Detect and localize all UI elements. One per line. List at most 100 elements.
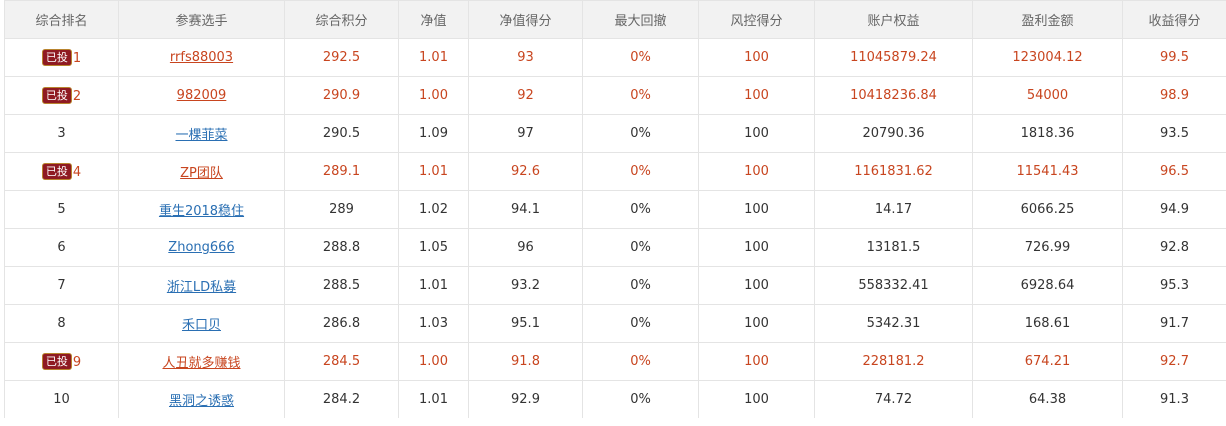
cell-rank: 6 xyxy=(4,228,119,267)
cell-score: 290.9 xyxy=(284,76,399,115)
col-header-nav-score: 净值得分 xyxy=(468,0,583,39)
invested-badge: 已投 xyxy=(41,353,72,370)
cell-player: 982009 xyxy=(118,76,285,115)
player-name-link[interactable]: 禾口贝 xyxy=(182,318,221,333)
cell-equity: 14.17 xyxy=(814,190,973,229)
table-row: 已投 9 人丑就多赚钱 284.5 1.00 91.8 0% 100 228181.2 674.2… xyxy=(4,342,1226,381)
cell-risk-score: 100 xyxy=(698,76,815,115)
player-name-link[interactable]: Zhong666 xyxy=(168,240,234,255)
cell-rank: 已投 2 xyxy=(4,76,119,115)
col-header-player: 参赛选手 xyxy=(118,0,285,39)
invested-badge: 已投 xyxy=(41,87,72,104)
cell-equity: 228181.2 xyxy=(814,342,973,381)
invested-badge: 已投 xyxy=(41,49,72,66)
cell-profit: 123004.12 xyxy=(972,38,1123,77)
col-header-risk-score: 风控得分 xyxy=(698,0,815,39)
cell-rank: 已投 1 xyxy=(4,38,119,77)
player-name-link[interactable]: rrfs88003 xyxy=(170,50,233,65)
cell-profit: 168.61 xyxy=(972,304,1123,343)
cell-nav: 1.01 xyxy=(398,266,469,305)
player-name-link[interactable]: 浙江LD私募 xyxy=(167,280,236,295)
cell-nav: 1.01 xyxy=(398,380,469,418)
cell-player: 黑洞之诱惑 xyxy=(118,380,285,418)
cell-risk-score: 100 xyxy=(698,228,815,267)
cell-nav-score: 93 xyxy=(468,38,583,77)
cell-equity: 11045879.24 xyxy=(814,38,973,77)
cell-rank: 5 xyxy=(4,190,119,229)
cell-nav: 1.05 xyxy=(398,228,469,267)
cell-max-drawdown: 0% xyxy=(582,114,699,153)
invested-badge: 已投 xyxy=(41,163,72,180)
cell-rank: 10 xyxy=(4,380,119,418)
player-name-link[interactable]: 人丑就多赚钱 xyxy=(162,356,240,371)
cell-player: 重生2018稳住 xyxy=(118,190,285,229)
cell-profit: 64.38 xyxy=(972,380,1123,418)
cell-profit: 674.21 xyxy=(972,342,1123,381)
cell-return-score: 91.3 xyxy=(1122,380,1226,418)
cell-equity: 20790.36 xyxy=(814,114,973,153)
cell-score: 284.2 xyxy=(284,380,399,418)
cell-player: rrfs88003 xyxy=(118,38,285,77)
col-header-nav: 净值 xyxy=(398,0,469,39)
cell-return-score: 91.7 xyxy=(1122,304,1226,343)
table-row: 已投 1 rrfs88003 292.5 1.01 93 0% 100 11045879.24 1… xyxy=(4,38,1226,77)
cell-nav-score: 93.2 xyxy=(468,266,583,305)
rank-value: 1 xyxy=(72,51,82,66)
cell-equity: 5342.31 xyxy=(814,304,973,343)
cell-score: 289 xyxy=(284,190,399,229)
table-row: 已投 4 ZP团队 289.1 1.01 92.6 0% 100 1161831.62 11541… xyxy=(4,152,1226,191)
cell-rank: 8 xyxy=(4,304,119,343)
cell-nav: 1.00 xyxy=(398,342,469,381)
table-row: 7 浙江LD私募 288.5 1.01 93.2 0% 100 558332.41 6928.6… xyxy=(4,266,1226,305)
table-row: 10 黑洞之诱惑 284.2 1.01 92.9 0% 100 74.72 64.38 91.3 xyxy=(4,380,1226,418)
cell-max-drawdown: 0% xyxy=(582,152,699,191)
cell-score: 284.5 xyxy=(284,342,399,381)
cell-risk-score: 100 xyxy=(698,152,815,191)
rank-value: 5 xyxy=(57,202,66,217)
cell-risk-score: 100 xyxy=(698,266,815,305)
cell-return-score: 99.5 xyxy=(1122,38,1226,77)
col-header-max-drawdown: 最大回撤 xyxy=(582,0,699,39)
cell-nav-score: 92.6 xyxy=(468,152,583,191)
cell-score: 288.5 xyxy=(284,266,399,305)
cell-nav: 1.03 xyxy=(398,304,469,343)
cell-max-drawdown: 0% xyxy=(582,38,699,77)
rank-value: 9 xyxy=(72,355,82,370)
col-header-equity: 账户权益 xyxy=(814,0,973,39)
player-name-link[interactable]: 982009 xyxy=(177,88,227,103)
cell-nav: 1.00 xyxy=(398,76,469,115)
player-name-link[interactable]: ZP团队 xyxy=(180,166,223,181)
player-name-link[interactable]: 一棵菲菜 xyxy=(175,128,227,143)
cell-equity: 74.72 xyxy=(814,380,973,418)
player-name-link[interactable]: 黑洞之诱惑 xyxy=(169,394,234,409)
cell-risk-score: 100 xyxy=(698,190,815,229)
col-header-score: 综合积分 xyxy=(284,0,399,39)
cell-player: 禾口贝 xyxy=(118,304,285,343)
cell-risk-score: 100 xyxy=(698,342,815,381)
cell-max-drawdown: 0% xyxy=(582,76,699,115)
col-header-rank: 综合排名 xyxy=(4,0,119,39)
cell-profit: 726.99 xyxy=(972,228,1123,267)
cell-nav-score: 94.1 xyxy=(468,190,583,229)
cell-rank: 7 xyxy=(4,266,119,305)
rank-value: 8 xyxy=(57,316,66,331)
cell-rank: 3 xyxy=(4,114,119,153)
cell-max-drawdown: 0% xyxy=(582,266,699,305)
cell-max-drawdown: 0% xyxy=(582,304,699,343)
cell-profit: 6928.64 xyxy=(972,266,1123,305)
cell-rank: 已投 9 xyxy=(4,342,119,381)
player-name-link[interactable]: 重生2018稳住 xyxy=(159,204,244,219)
cell-profit: 1818.36 xyxy=(972,114,1123,153)
cell-nav-score: 95.1 xyxy=(468,304,583,343)
cell-max-drawdown: 0% xyxy=(582,380,699,418)
cell-nav: 1.02 xyxy=(398,190,469,229)
rank-value: 2 xyxy=(72,89,82,104)
cell-player: 人丑就多赚钱 xyxy=(118,342,285,381)
cell-equity: 1161831.62 xyxy=(814,152,973,191)
cell-score: 286.8 xyxy=(284,304,399,343)
cell-nav: 1.01 xyxy=(398,38,469,77)
header-row: 综合排名 参赛选手 综合积分 净值 净值得分 最大回撤 风控得分 账户权益 盈利… xyxy=(4,0,1226,39)
cell-return-score: 92.8 xyxy=(1122,228,1226,267)
rank-value: 7 xyxy=(57,278,66,293)
cell-equity: 558332.41 xyxy=(814,266,973,305)
